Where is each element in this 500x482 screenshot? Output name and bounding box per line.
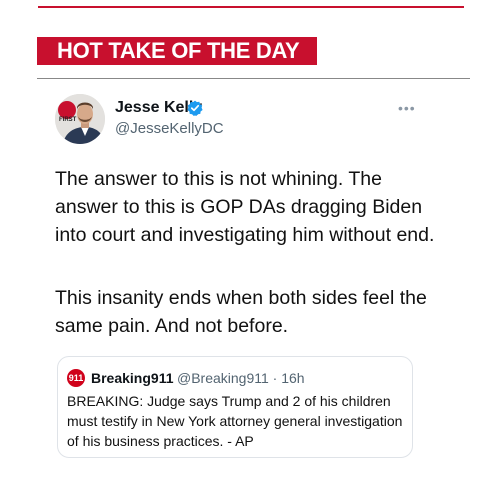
quoted-author-name: Breaking911 — [91, 370, 174, 386]
more-horizontal-icon[interactable]: ••• — [398, 100, 416, 116]
avatar-photo: FIRST — [55, 94, 105, 144]
banner-title: HOT TAKE OF THE DAY — [57, 38, 300, 63]
quoted-tweet-card[interactable]: 911 Breaking911 @Breaking911 · 16h BREAK… — [57, 356, 413, 458]
tweet-text-paragraph-2: This insanity ends when both sides feel … — [55, 287, 427, 337]
quoted-avatar: 911 — [67, 369, 85, 387]
quoted-meta: @Breaking911 · 16h — [177, 370, 305, 386]
top-divider — [38, 6, 464, 8]
avatar-logo-text: FIRST — [59, 117, 77, 123]
quoted-tweet-text: BREAKING: Judge says Trump and 2 of his … — [67, 393, 403, 449]
banner-divider — [37, 78, 470, 79]
hot-take-banner: HOT TAKE OF THE DAY — [37, 37, 317, 65]
author-handle[interactable]: @JesseKellyDC — [115, 119, 224, 138]
verified-badge-icon — [187, 100, 203, 116]
tweet-text-paragraph-1: The answer to this is not whining. The a… — [55, 168, 435, 246]
avatar[interactable]: FIRST — [55, 94, 105, 144]
